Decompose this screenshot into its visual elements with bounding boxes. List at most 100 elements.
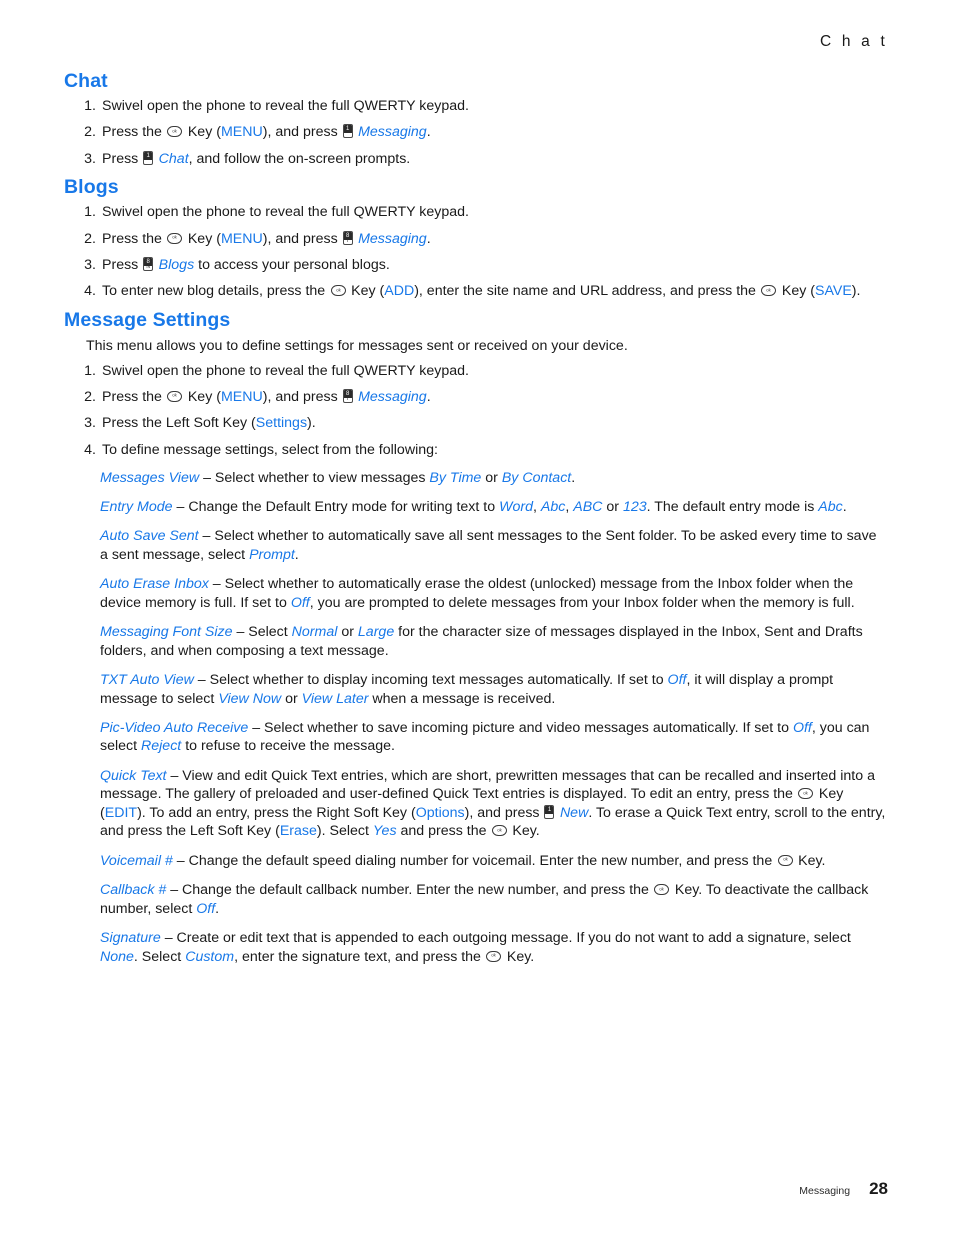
setting-text: , you are prompted to delete messages fr…	[309, 594, 855, 611]
page-content: Chat Swivel open the phone to reveal the…	[64, 70, 886, 966]
message-settings-intro: This menu allows you to define settings …	[86, 337, 628, 354]
setting-text: . Select	[133, 948, 182, 965]
step-text: ), and press	[262, 388, 338, 405]
setting-auto-save-sent: Auto Save Sent – Select whether to autom…	[100, 527, 886, 564]
step-text: Swivel open the phone to reveal the full…	[102, 362, 469, 379]
setting-value: Off	[290, 594, 310, 611]
setting-text: .	[215, 900, 220, 917]
setting-text: – Select whether to view messages	[203, 469, 426, 486]
step-text: .	[426, 230, 431, 247]
erase-softkey-label: Erase	[279, 823, 317, 840]
messaging-menu-label: Messaging	[358, 124, 427, 141]
step-text: .	[426, 124, 431, 141]
setting-text: Key.	[506, 948, 535, 965]
setting-value: By Contact	[501, 469, 572, 486]
step-text: Key (	[351, 283, 385, 300]
steps-message-settings: Swivel open the phone to reveal the full…	[64, 362, 886, 460]
step-text: ), and press	[262, 230, 338, 247]
step-text: to access your personal blogs.	[198, 256, 390, 273]
messaging-menu-label: Messaging	[358, 230, 427, 247]
setting-text: – View and edit Quick Text entries, whic…	[100, 767, 875, 803]
setting-text: ,	[565, 498, 570, 515]
steps-blogs: Swivel open the phone to reveal the full…	[64, 203, 886, 301]
setting-term: Pic-Video Auto Receive	[100, 720, 249, 737]
setting-term: Messaging Font Size	[100, 624, 233, 641]
step-text: Key (	[187, 124, 221, 141]
setting-value: Prompt	[249, 546, 295, 563]
new-menu-label: New	[559, 804, 589, 821]
menu-softkey-label: MENU	[220, 124, 263, 141]
footer-chapter-label: Messaging	[799, 1185, 851, 1197]
key-sub	[344, 131, 352, 137]
setting-value: By Time	[429, 469, 482, 486]
setting-term: Entry Mode	[100, 498, 173, 515]
step-text: ).	[851, 283, 861, 300]
setting-term: TXT Auto View	[100, 672, 194, 689]
setting-text: or	[485, 469, 498, 486]
setting-value: Large	[357, 624, 395, 641]
setting-value: Reject	[141, 738, 182, 755]
step-text: Press	[102, 150, 139, 167]
setting-term: Auto Erase Inbox	[100, 576, 209, 593]
step-item: Swivel open the phone to reveal the full…	[64, 362, 886, 381]
setting-text: to refuse to receive the message.	[185, 738, 395, 755]
setting-term: Callback #	[100, 882, 167, 899]
setting-value: ABC	[573, 498, 603, 515]
key-sub: N	[146, 263, 151, 270]
setting-value: Off	[196, 900, 216, 917]
save-softkey-label: SAVE	[814, 283, 852, 300]
step-text: ), enter the site name and URL address, …	[414, 283, 756, 300]
step-item: To enter new blog details, press the Key…	[64, 282, 886, 301]
setting-value: 123	[622, 498, 647, 515]
setting-entry-mode: Entry Mode – Change the Default Entry mo…	[100, 498, 886, 516]
setting-value: Abc	[540, 498, 566, 515]
setting-value: Custom	[185, 948, 235, 965]
setting-value: View Now	[218, 690, 282, 707]
setting-value: Off	[792, 720, 812, 737]
menu-softkey-label: MENU	[220, 230, 263, 247]
section-title-blogs: Blogs	[64, 176, 119, 199]
add-softkey-label: ADD	[384, 283, 415, 300]
setting-value: Normal	[291, 624, 338, 641]
setting-voicemail-number: Voicemail # – Change the default speed d…	[100, 852, 886, 870]
options-softkey-label: Options	[415, 804, 465, 821]
edit-softkey-label: EDIT	[104, 804, 138, 821]
key-8-icon: 8T	[342, 388, 353, 403]
step-item: Swivel open the phone to reveal the full…	[64, 203, 886, 222]
setting-text: ). To add an entry, press the Right Soft…	[137, 804, 416, 821]
ok-key-icon	[167, 390, 183, 402]
setting-text: – Change the default callback number. En…	[170, 882, 649, 899]
setting-term: Voicemail #	[100, 852, 173, 869]
step-item: To define message settings, select from …	[64, 441, 886, 460]
key-8-icon: 8T	[342, 230, 353, 245]
key-sub	[545, 812, 553, 818]
setting-term: Signature	[100, 930, 161, 947]
setting-text: – Select	[236, 624, 288, 641]
setting-txt-auto-view: TXT Auto View – Select whether to displa…	[100, 671, 886, 708]
setting-signature: Signature – Create or edit text that is …	[100, 929, 886, 966]
step-text: .	[426, 388, 431, 405]
step-text: ).	[307, 415, 316, 432]
setting-pic-video-auto-receive: Pic-Video Auto Receive – Select whether …	[100, 719, 886, 756]
setting-quick-text: Quick Text – View and edit Quick Text en…	[100, 767, 886, 841]
setting-text: – Change the Default Entry mode for writ…	[176, 498, 496, 515]
key-sub: T	[346, 395, 350, 402]
page-footer: Messaging 28	[799, 1179, 888, 1199]
step-item: Press the Left Soft Key (Settings).	[64, 414, 886, 433]
key-1-icon: 1	[143, 150, 154, 165]
setting-text: or	[285, 690, 298, 707]
step-text: , and follow the on-screen prompts.	[188, 150, 411, 167]
step-text: Press the	[102, 124, 162, 141]
key-1-icon: 1	[342, 124, 353, 139]
key-new-icon: 1	[544, 804, 555, 819]
key-n-icon: 8N	[143, 256, 154, 271]
setting-text: .	[571, 469, 576, 486]
ok-key-icon	[167, 126, 183, 138]
steps-chat: Swivel open the phone to reveal the full…	[64, 97, 886, 169]
menu-softkey-label: MENU	[220, 388, 263, 405]
ok-key-icon	[167, 232, 183, 244]
step-item: Swivel open the phone to reveal the full…	[64, 97, 886, 116]
step-text: To define message settings, select from …	[102, 441, 438, 458]
setting-text: . The default entry mode is	[646, 498, 815, 515]
ok-key-icon	[777, 854, 793, 866]
